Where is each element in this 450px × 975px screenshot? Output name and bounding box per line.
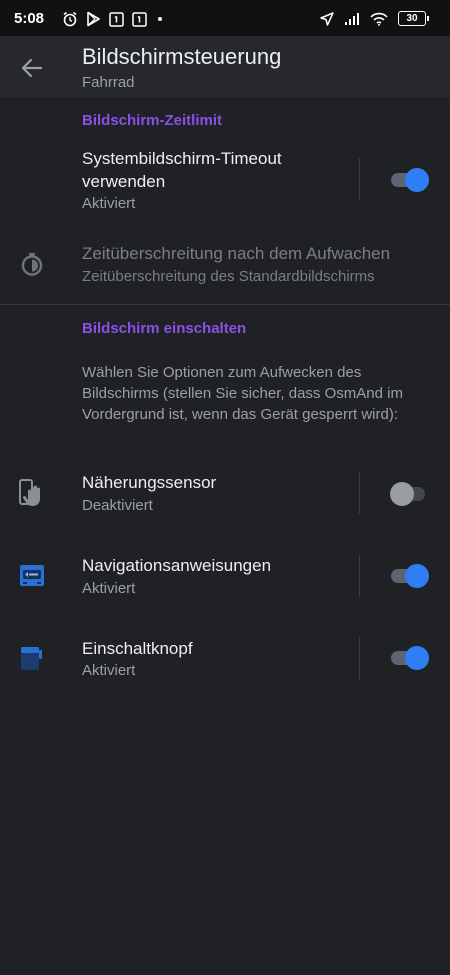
toggle-thumb <box>405 646 429 670</box>
alarm-icon <box>62 11 78 27</box>
status-time: 5:08 <box>14 10 45 27</box>
navigation-instructions-toggle[interactable] <box>391 562 429 588</box>
toggle-thumb <box>405 168 429 192</box>
proximity-sensor-title: Näherungssensor <box>82 473 217 492</box>
row-divider <box>359 472 360 514</box>
page-title: Bildschirmsteuerung <box>82 44 282 69</box>
status-bar: 5:08 30 <box>0 0 450 36</box>
proximity-hand-icon <box>18 478 46 506</box>
page-subtitle: Fahrrad <box>82 74 135 91</box>
timer-icon <box>18 250 46 278</box>
back-arrow-icon[interactable] <box>18 54 46 82</box>
navigation-instructions-title: Navigationsanweisungen <box>82 556 272 575</box>
row-divider <box>359 555 360 597</box>
power-button-toggle[interactable] <box>391 644 429 670</box>
play-store-icon <box>86 11 101 27</box>
battery-icon: 30 <box>398 11 429 26</box>
signal-icon <box>344 12 360 26</box>
calendar-one-icon-2 <box>132 11 147 27</box>
power-button-icon <box>18 644 46 672</box>
navigation-instructions-icon <box>18 562 46 590</box>
status-system-icons: 30 <box>320 11 429 26</box>
wifi-icon <box>370 12 388 26</box>
more-notifications-dot-icon <box>155 14 165 24</box>
toggle-thumb <box>390 482 414 506</box>
section-divider <box>0 304 450 305</box>
power-button-title: Einschaltknopf <box>82 639 193 658</box>
section-header-turn-screen-on: Bildschirm einschalten <box>82 320 247 337</box>
turn-screen-on-description: Wählen Sie Optionen zum Aufwecken des Bi… <box>82 364 403 423</box>
wake-timeout-subtitle: Zeitüberschreitung des Standardbildschir… <box>82 268 375 285</box>
wake-timeout-title: Zeitüberschreitung nach dem Aufwachen <box>82 244 391 263</box>
system-timeout-toggle[interactable] <box>391 166 429 192</box>
power-button-status: Aktiviert <box>82 662 136 679</box>
row-divider <box>359 158 360 200</box>
navigation-instructions-status: Aktiviert <box>82 580 136 597</box>
section-header-screen-timeout: Bildschirm-Zeitlimit <box>82 112 223 129</box>
status-notification-icons <box>62 11 165 27</box>
app-toolbar: Bildschirmsteuerung Fahrrad <box>0 36 450 99</box>
proximity-sensor-status: Deaktiviert <box>82 497 153 514</box>
row-divider <box>359 637 360 679</box>
toggle-thumb <box>405 564 429 588</box>
proximity-sensor-toggle[interactable] <box>390 480 429 506</box>
system-timeout-title: Systembildschirm-Timeout verwenden <box>82 149 282 191</box>
calendar-one-icon <box>109 11 124 27</box>
system-timeout-status: Aktiviert <box>82 195 136 212</box>
location-arrow-icon <box>320 11 334 26</box>
